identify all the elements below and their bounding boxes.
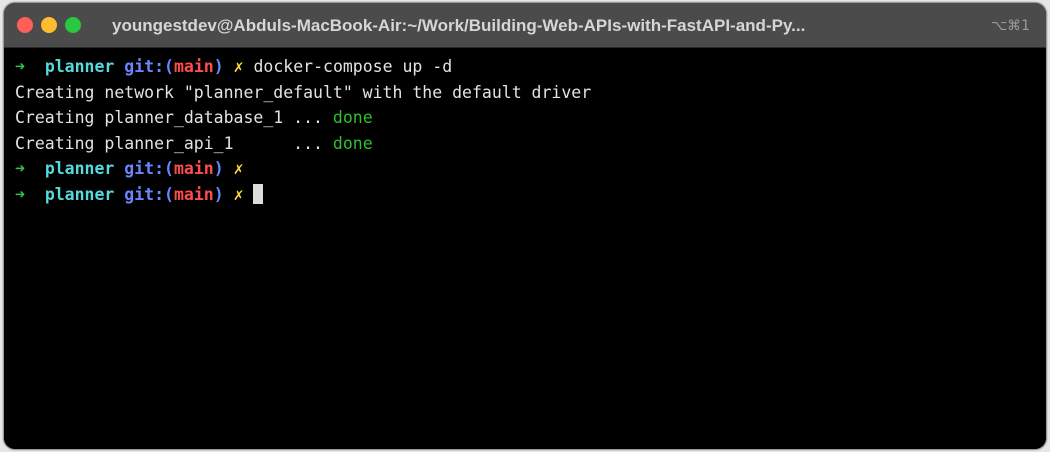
output-line: Creating network "planner_default" with … — [15, 80, 1046, 106]
text-cursor — [253, 183, 264, 204]
prompt-git-close: ) — [213, 159, 224, 178]
prompt-git-label: git:( — [124, 184, 174, 204]
output-text: Creating network "planner_default" with … — [15, 82, 592, 102]
output-text: Creating planner_api_1 ... — [15, 133, 333, 153]
output-text: Creating planner_database_1 ... — [15, 108, 333, 127]
prompt-branch: main — [173, 57, 214, 76]
prompt-directory: planner — [44, 57, 115, 76]
window-shortcut: ⌥⌘1 — [990, 18, 1030, 34]
prompt-dirty-icon: ✗ — [233, 57, 244, 76]
prompt-dirty-icon: ✗ — [233, 159, 244, 178]
window-title: youngestdev@Abduls-MacBook-Air:~/Work/Bu… — [112, 16, 806, 35]
prompt-arrow-icon: ➜ — [15, 184, 25, 204]
zoom-button[interactable] — [65, 17, 81, 33]
prompt-directory: planner — [44, 159, 115, 178]
prompt-directory: planner — [44, 184, 115, 204]
prompt-git-label: git:( — [124, 57, 174, 76]
terminal-content[interactable]: ➜ planner git:(main) ✗ docker-compose up… — [4, 48, 1046, 449]
status-done: done — [332, 133, 373, 153]
title-bar[interactable]: youngestdev@Abduls-MacBook-Air:~/Work/Bu… — [4, 3, 1046, 48]
prompt-branch: main — [173, 159, 214, 178]
prompt-git-close: ) — [213, 184, 224, 204]
output-line: Creating planner_api_1 ... done — [15, 131, 1046, 157]
prompt-line: ➜ planner git:(main) ✗ — [15, 156, 1046, 182]
prompt-branch: main — [173, 184, 214, 204]
status-done: done — [332, 108, 373, 127]
command-line: ➜ planner git:(main) ✗ docker-compose up… — [15, 54, 1046, 80]
active-prompt-line[interactable]: ➜ planner git:(main) ✗ — [15, 182, 1046, 208]
minimize-button[interactable] — [41, 17, 57, 33]
prompt-arrow-icon: ➜ — [15, 57, 25, 76]
prompt-arrow-icon: ➜ — [15, 159, 25, 178]
close-button[interactable] — [17, 17, 33, 33]
prompt-git-close: ) — [213, 57, 224, 76]
terminal-window: youngestdev@Abduls-MacBook-Air:~/Work/Bu… — [4, 3, 1046, 449]
prompt-git-label: git:( — [124, 159, 174, 178]
command-text: docker-compose up -d — [253, 57, 453, 76]
prompt-dirty-icon: ✗ — [233, 184, 244, 204]
output-line: Creating planner_database_1 ... done — [15, 105, 1046, 131]
